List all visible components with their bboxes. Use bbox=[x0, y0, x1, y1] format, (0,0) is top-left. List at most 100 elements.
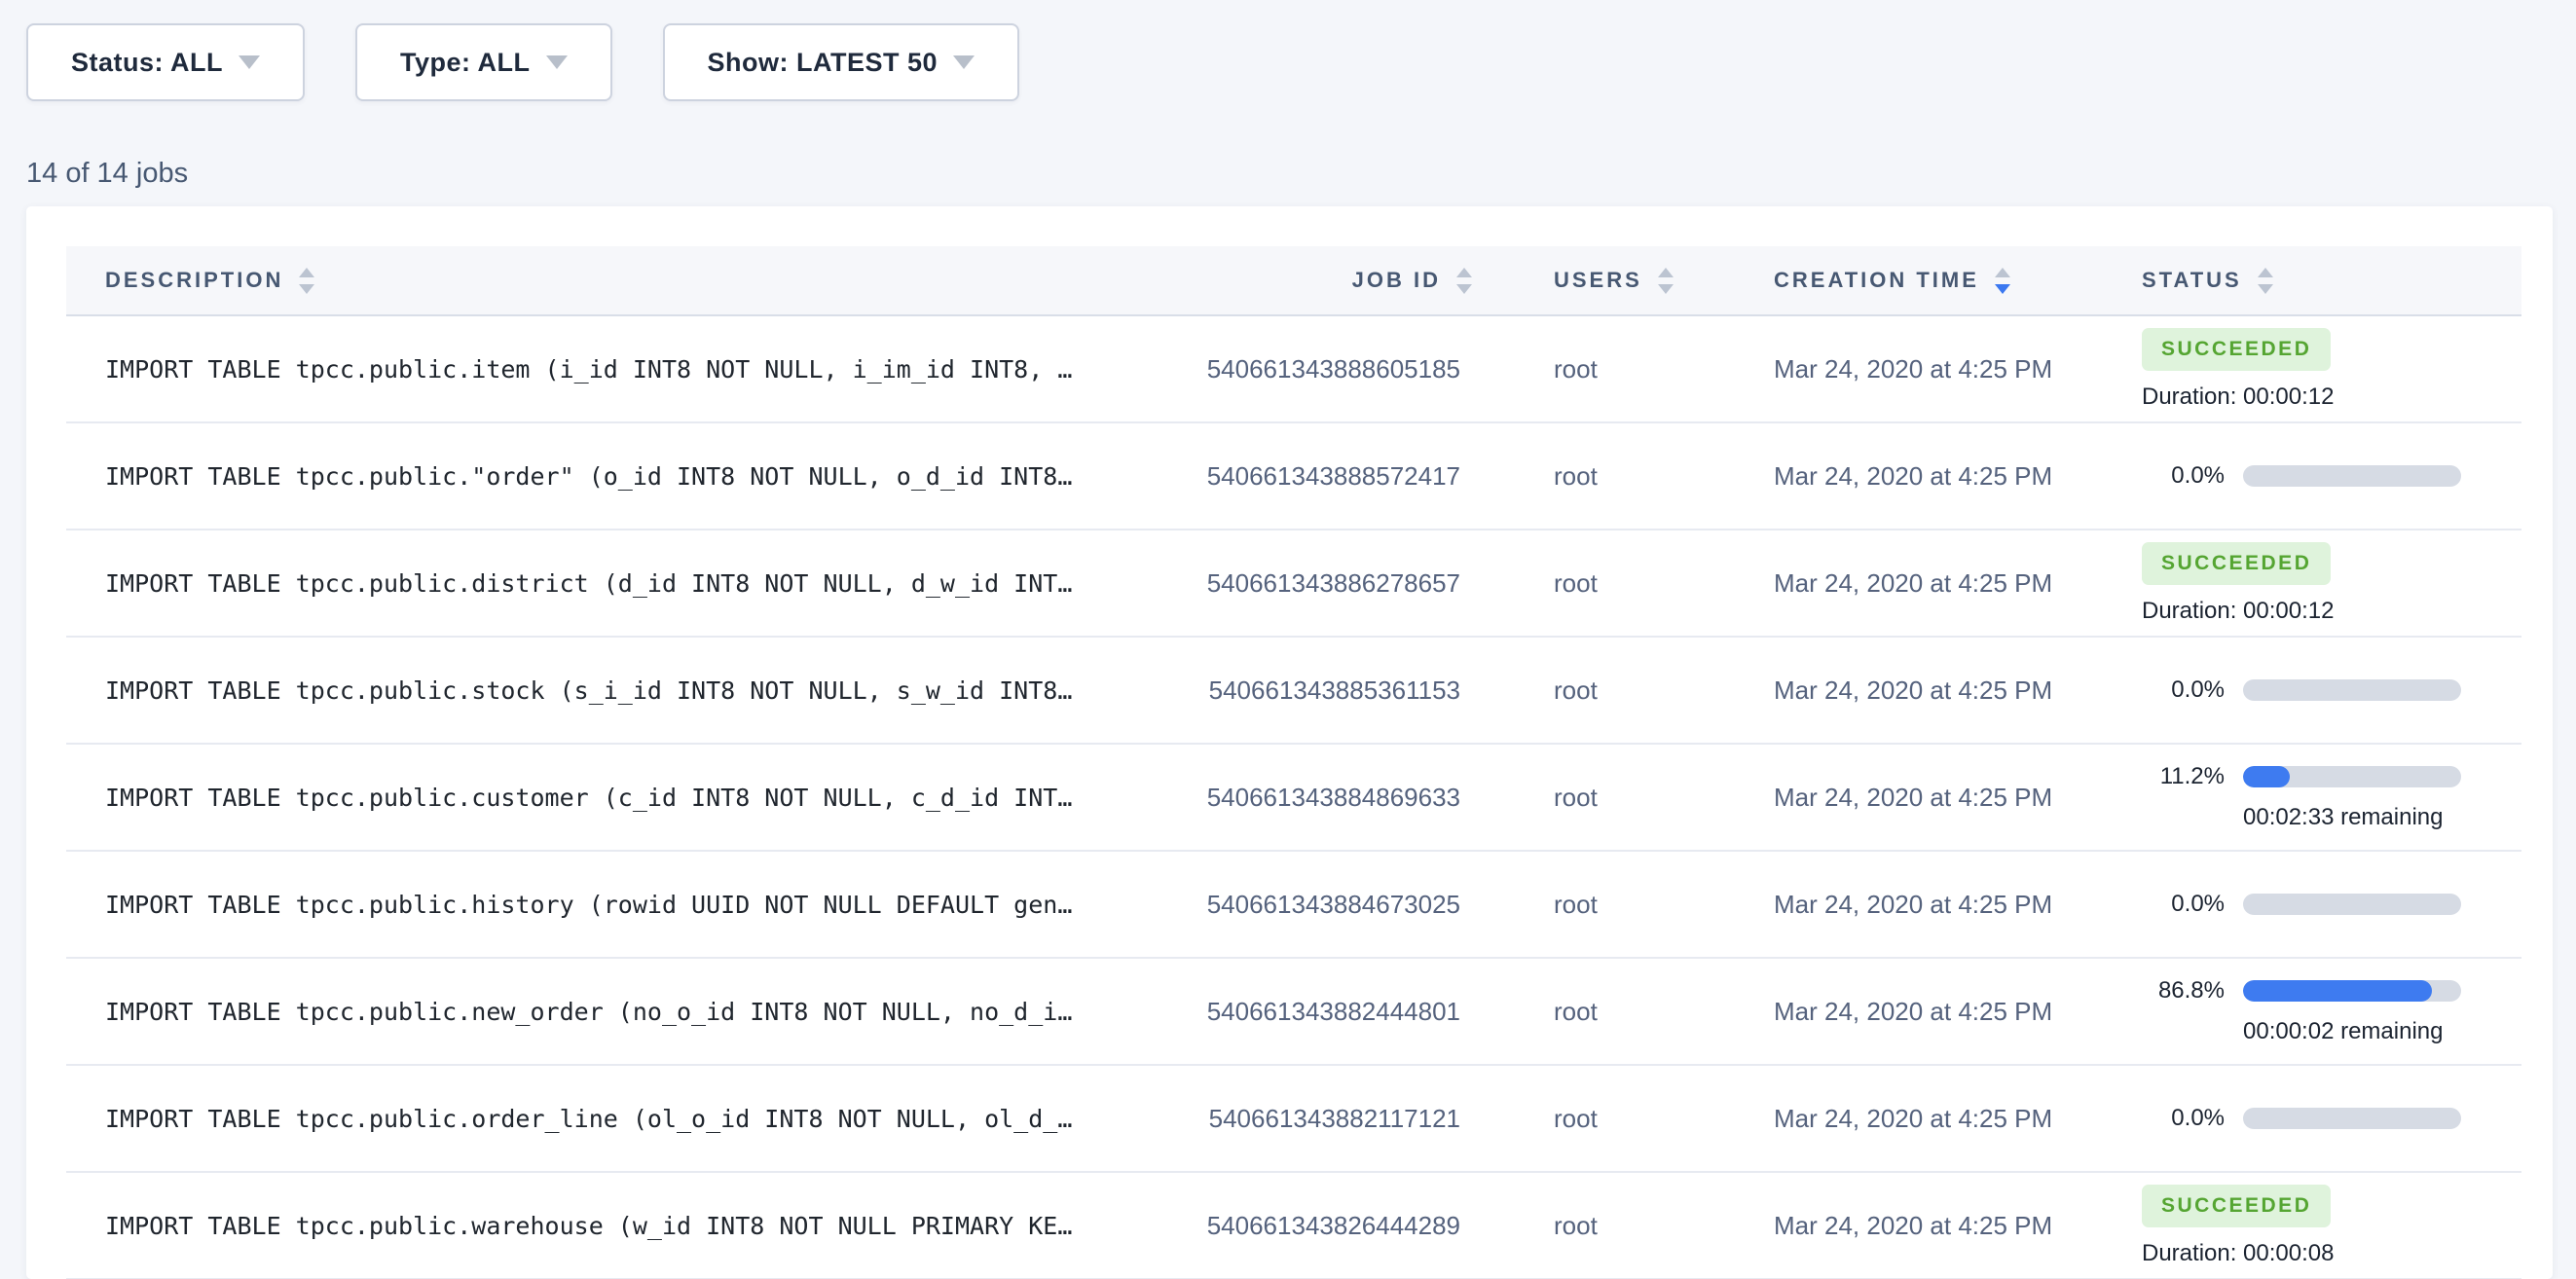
progress-bar-fill bbox=[2243, 766, 2290, 787]
show-filter-dropdown[interactable]: Show: LATEST 50 bbox=[663, 23, 1020, 101]
table-row: IMPORT TABLE tpcc.public.district (d_id … bbox=[66, 530, 2521, 638]
job-description: IMPORT TABLE tpcc.public.stock (s_i_id I… bbox=[66, 676, 1120, 705]
job-status-cell: 86.8% 00:00:02 remaining bbox=[2083, 977, 2521, 1045]
sort-desc-icon bbox=[1658, 284, 1674, 294]
table-row: IMPORT TABLE tpcc.public."order" (o_id I… bbox=[66, 423, 2521, 530]
column-header-creation-time[interactable]: CREATION TIME bbox=[1713, 246, 2083, 314]
job-description: IMPORT TABLE tpcc.public.customer (c_id … bbox=[66, 784, 1120, 812]
status-badge: SUCCEEDED bbox=[2142, 542, 2331, 585]
table-row: IMPORT TABLE tpcc.public.order_line (ol_… bbox=[66, 1066, 2521, 1173]
job-creation-time: Mar 24, 2020 at 4:25 PM bbox=[1713, 890, 2083, 920]
table-row: IMPORT TABLE tpcc.public.stock (s_i_id I… bbox=[66, 638, 2521, 745]
table-header-row: DESCRIPTION JOB ID USERS bbox=[66, 246, 2521, 316]
jobs-count-summary: 14 of 14 jobs bbox=[26, 158, 188, 190]
job-user: root bbox=[1480, 354, 1713, 384]
status-succeeded: SUCCEEDEDDuration: 00:00:12 bbox=[2083, 542, 2521, 625]
chevron-down-icon bbox=[239, 55, 260, 69]
job-creation-time: Mar 24, 2020 at 4:25 PM bbox=[1713, 997, 2083, 1027]
job-description: IMPORT TABLE tpcc.public.order_line (ol_… bbox=[66, 1105, 1120, 1133]
column-header-status[interactable]: STATUS bbox=[2083, 246, 2521, 314]
show-filter-label: Show: LATEST 50 bbox=[708, 48, 938, 78]
job-description: IMPORT TABLE tpcc.public."order" (o_id I… bbox=[66, 462, 1120, 491]
filter-bar: Status: ALL Type: ALL Show: LATEST 50 bbox=[26, 23, 1019, 101]
sort-asc-icon bbox=[1456, 268, 1472, 277]
progress-percent: 86.8% bbox=[2083, 977, 2225, 1005]
column-header-users[interactable]: USERS bbox=[1480, 246, 1713, 314]
job-description: IMPORT TABLE tpcc.public.item (i_id INT8… bbox=[66, 355, 1120, 384]
status-succeeded: SUCCEEDEDDuration: 00:00:12 bbox=[2083, 328, 2521, 411]
job-creation-time: Mar 24, 2020 at 4:25 PM bbox=[1713, 783, 2083, 813]
job-duration: Duration: 00:00:08 bbox=[2142, 1240, 2334, 1267]
status-filter-label: Status: ALL bbox=[71, 48, 223, 78]
sort-asc-icon bbox=[2258, 268, 2273, 277]
progress-bar bbox=[2243, 679, 2461, 701]
job-status-cell: 0.0% bbox=[2083, 676, 2521, 704]
job-status-cell: 0.0% bbox=[2083, 1105, 2521, 1132]
progress-line: 86.8% bbox=[2083, 977, 2521, 1005]
job-id: 540661343888605185 bbox=[1120, 354, 1480, 384]
job-id: 540661343884869633 bbox=[1120, 783, 1480, 813]
job-id: 540661343884673025 bbox=[1120, 890, 1480, 920]
type-filter-dropdown[interactable]: Type: ALL bbox=[355, 23, 612, 101]
column-header-description[interactable]: DESCRIPTION bbox=[66, 246, 1120, 314]
table-row: IMPORT TABLE tpcc.public.new_order (no_o… bbox=[66, 959, 2521, 1066]
status-succeeded: SUCCEEDED Duration: 00:00:08 bbox=[2083, 1185, 2521, 1267]
job-id: 540661343885361153 bbox=[1120, 676, 1480, 706]
progress-line: 0.0% bbox=[2083, 462, 2521, 490]
sort-desc-icon bbox=[1456, 284, 1472, 294]
sort-desc-icon bbox=[2258, 284, 2273, 294]
job-status-cell: 11.2% 00:02:33 remaining bbox=[2083, 763, 2521, 831]
job-user: root bbox=[1480, 568, 1713, 599]
sort-icons bbox=[1995, 268, 2010, 294]
job-id: 540661343826444289 bbox=[1120, 1211, 1480, 1241]
job-description: IMPORT TABLE tpcc.public.warehouse (w_id… bbox=[66, 1212, 1120, 1240]
job-user: root bbox=[1480, 676, 1713, 706]
type-filter-label: Type: ALL bbox=[400, 48, 531, 78]
progress-percent: 0.0% bbox=[2083, 1105, 2225, 1132]
table-row: IMPORT TABLE tpcc.public.warehouse (w_id… bbox=[66, 1173, 2521, 1279]
sort-asc-icon bbox=[299, 268, 314, 277]
jobs-page: Status: ALL Type: ALL Show: LATEST 50 14… bbox=[0, 0, 2576, 1279]
job-status-cell: SUCCEEDED Duration: 00:00:08 bbox=[2083, 1185, 2521, 1267]
job-id: 540661343886278657 bbox=[1120, 568, 1480, 599]
job-creation-time: Mar 24, 2020 at 4:25 PM bbox=[1713, 676, 2083, 706]
progress-percent: 0.0% bbox=[2083, 676, 2225, 704]
job-user: root bbox=[1480, 783, 1713, 813]
job-id: 540661343888572417 bbox=[1120, 461, 1480, 492]
status-badge: SUCCEEDED bbox=[2142, 1185, 2331, 1227]
job-description: IMPORT TABLE tpcc.public.history (rowid … bbox=[66, 891, 1120, 919]
column-header-label: STATUS bbox=[2142, 268, 2242, 293]
time-remaining: 00:02:33 remaining bbox=[2243, 804, 2521, 831]
job-creation-time: Mar 24, 2020 at 4:25 PM bbox=[1713, 1104, 2083, 1134]
sort-icons bbox=[2258, 268, 2273, 294]
job-user: root bbox=[1480, 890, 1713, 920]
sort-asc-icon bbox=[1658, 268, 1674, 277]
progress-line: 11.2% bbox=[2083, 763, 2521, 790]
column-header-job-id[interactable]: JOB ID bbox=[1120, 246, 1480, 314]
progress-percent: 0.0% bbox=[2083, 462, 2225, 490]
progress-line: 0.0% bbox=[2083, 1105, 2521, 1132]
progress-percent: 11.2% bbox=[2083, 763, 2225, 790]
job-status-cell: 0.0% bbox=[2083, 891, 2521, 918]
sort-icons bbox=[1658, 268, 1674, 294]
job-creation-time: Mar 24, 2020 at 4:25 PM bbox=[1713, 1211, 2083, 1241]
jobs-table: DESCRIPTION JOB ID USERS bbox=[66, 246, 2521, 1279]
jobs-table-card: DESCRIPTION JOB ID USERS bbox=[26, 206, 2553, 1279]
time-remaining: 00:00:02 remaining bbox=[2243, 1018, 2521, 1045]
progress-bar bbox=[2243, 1108, 2461, 1129]
job-creation-time: Mar 24, 2020 at 4:25 PM bbox=[1713, 568, 2083, 599]
sort-icons bbox=[1456, 268, 1472, 294]
job-duration: Duration: 00:00:12 bbox=[2142, 384, 2334, 411]
progress-bar bbox=[2243, 766, 2461, 787]
job-creation-time: Mar 24, 2020 at 4:25 PM bbox=[1713, 354, 2083, 384]
status-filter-dropdown[interactable]: Status: ALL bbox=[26, 23, 305, 101]
progress-line: 0.0% bbox=[2083, 676, 2521, 704]
chevron-down-icon bbox=[546, 55, 568, 69]
table-row: IMPORT TABLE tpcc.public.item (i_id INT8… bbox=[66, 316, 2521, 423]
chevron-down-icon bbox=[953, 55, 975, 69]
column-header-label: DESCRIPTION bbox=[105, 268, 283, 293]
progress-bar bbox=[2243, 980, 2461, 1002]
table-body: IMPORT TABLE tpcc.public.item (i_id INT8… bbox=[66, 316, 2521, 1279]
sort-asc-icon bbox=[1995, 268, 2010, 277]
job-id: 540661343882117121 bbox=[1120, 1104, 1480, 1134]
